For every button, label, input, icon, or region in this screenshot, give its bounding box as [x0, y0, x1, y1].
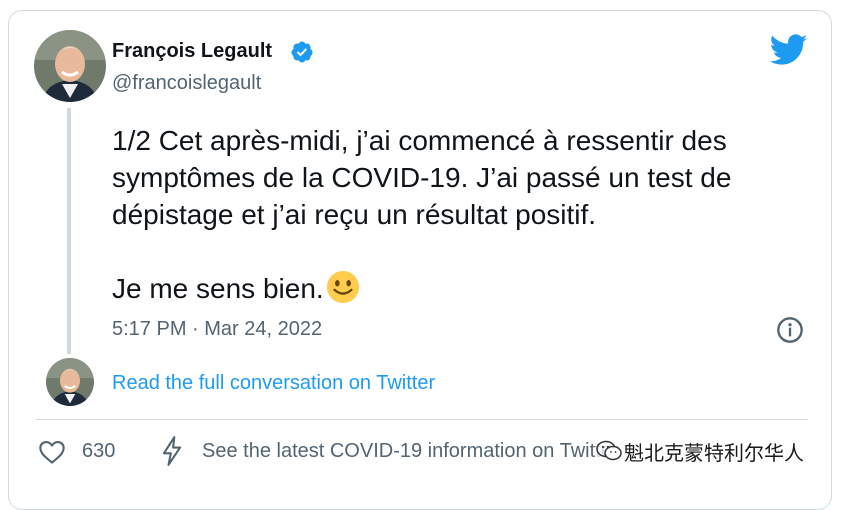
verified-badge-icon: [291, 41, 313, 63]
tweet-paragraph-1: 1/2 Cet après-midi, j’ai commencé à ress…: [112, 125, 732, 230]
tweet-timestamp[interactable]: 5:17 PM · Mar 24, 2022: [112, 318, 322, 341]
heart-icon[interactable]: [38, 438, 66, 466]
tweet-paragraph-2: Je me sens bien.: [112, 270, 792, 307]
thread-line: [67, 108, 71, 354]
tweet-paragraph-2-text: Je me sens bien.: [112, 273, 324, 304]
like-count[interactable]: 630: [82, 440, 115, 463]
slightly-smiling-face-icon: [326, 270, 359, 304]
reply-avatar[interactable]: [46, 358, 94, 406]
author-name[interactable]: François Legault: [112, 40, 272, 63]
info-icon[interactable]: [776, 316, 804, 344]
covid-info-link[interactable]: See the latest COVID-19 information on T…: [202, 440, 619, 463]
read-conversation-link[interactable]: Read the full conversation on Twitter: [112, 372, 435, 395]
twitter-bird-icon[interactable]: [770, 34, 808, 66]
watermark: 魁北克蒙特利尔华人: [596, 436, 804, 466]
lightning-bolt-icon[interactable]: [160, 436, 184, 466]
author-handle[interactable]: @francoislegault: [112, 72, 261, 95]
wechat-icon: [596, 440, 622, 461]
author-avatar[interactable]: [34, 30, 106, 102]
tweet-text: 1/2 Cet après-midi, j’ai commencé à ress…: [112, 122, 792, 307]
watermark-text: 魁北克蒙特利尔华人: [624, 440, 804, 465]
divider: [36, 419, 808, 420]
